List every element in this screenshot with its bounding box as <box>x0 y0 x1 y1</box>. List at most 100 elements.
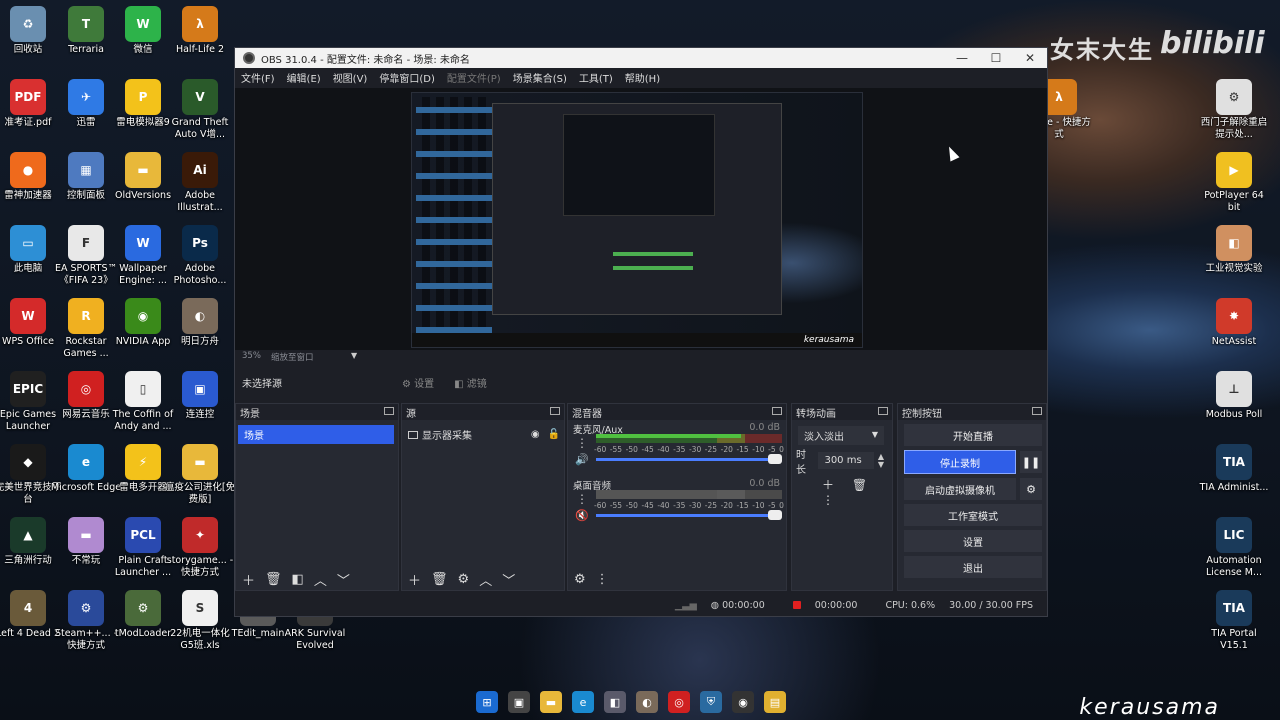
add-icon[interactable]: ＋ <box>822 478 834 492</box>
transition-select[interactable]: 淡入淡出 ▼ <box>798 426 884 445</box>
sources-dock-header: 源 <box>402 404 564 420</box>
settings-button[interactable]: 设置 <box>904 530 1042 552</box>
exit-button[interactable]: 退出 <box>904 556 1042 578</box>
undock-icon[interactable] <box>1032 407 1042 415</box>
move-down-icon[interactable]: ﹀ <box>502 570 515 589</box>
desktop-shortcut[interactable]: Ai Adobe Illustrat... <box>164 152 236 214</box>
channel-menu-icon[interactable]: ⋮ <box>576 437 588 449</box>
speaker-muted-icon[interactable]: 🔇 <box>575 509 589 522</box>
desktop-shortcut-label: TIA Administ... <box>1199 482 1269 493</box>
scale-tick-label: -60 <box>594 445 607 454</box>
desktop-shortcut[interactable]: LIC Automation License M... <box>1198 517 1270 579</box>
desktop-shortcut[interactable]: λ Half-Life 2 <box>164 6 236 56</box>
stop-recording-button[interactable]: 停止录制 <box>904 450 1016 474</box>
undock-icon[interactable] <box>878 407 888 415</box>
close-icon[interactable]: ✕ <box>1013 51 1047 65</box>
menu-icon[interactable]: ⋮ <box>822 493 834 507</box>
menu-tools[interactable]: 工具(T) <box>579 70 613 85</box>
maximize-icon[interactable]: ☐ <box>979 51 1013 65</box>
desktop-shortcut[interactable]: ◐ 明日方舟 <box>164 298 236 348</box>
undock-icon[interactable] <box>772 407 782 415</box>
notes-icon[interactable]: ▤ <box>764 691 786 713</box>
desktop-shortcut-label: NetAssist <box>1211 336 1257 347</box>
source-settings-button[interactable]: ⚙ 设置 <box>402 375 434 390</box>
file-explorer-icon[interactable]: ▬ <box>540 691 562 713</box>
desktop-shortcut[interactable]: ⚙ 西门子解除重启提示处... <box>1198 79 1270 141</box>
filter-icon[interactable]: ◧ <box>292 572 304 587</box>
volume-slider-handle[interactable] <box>768 454 782 464</box>
menu-icon[interactable]: ⋮ <box>596 572 609 587</box>
obs-titlebar[interactable]: OBS 31.0.4 - 配置文件: 未命名 - 场景: 未命名 — ☐ ✕ <box>235 48 1047 68</box>
pause-icon[interactable]: ❚❚ <box>1020 451 1042 473</box>
eye-icon[interactable]: ◉ <box>531 429 540 440</box>
channel-menu-icon[interactable]: ⋮ <box>576 493 588 505</box>
volume-slider[interactable] <box>596 458 776 461</box>
trash-icon[interactable]: 🗑 <box>265 572 282 587</box>
desktop-shortcut[interactable]: ⊥ Modbus Poll <box>1198 371 1270 421</box>
volume-slider[interactable] <box>596 514 776 517</box>
task-view-icon[interactable]: ▣ <box>508 691 530 713</box>
undock-icon[interactable] <box>550 407 560 415</box>
edge-icon[interactable]: e <box>572 691 594 713</box>
desktop-shortcut[interactable]: TIA TIA Portal V15.1 <box>1198 590 1270 652</box>
netease-music-icon[interactable]: ◎ <box>668 691 690 713</box>
menu-view[interactable]: 视图(V) <box>333 70 368 85</box>
menu-help[interactable]: 帮助(H) <box>625 70 660 85</box>
trash-icon[interactable]: 🗑 <box>431 572 448 587</box>
desktop-shortcut[interactable]: ▶ PotPlayer 64 bit <box>1198 152 1270 214</box>
desktop-shortcut[interactable]: ✦ storygame... - 快捷方式 <box>164 517 236 579</box>
gear-icon[interactable]: ⚙ <box>458 572 470 587</box>
add-icon[interactable]: ＋ <box>242 570 255 589</box>
desktop-shortcut[interactable]: ✸ NetAssist <box>1198 298 1270 348</box>
desktop-shortcut[interactable]: TIA TIA Administ... <box>1198 444 1270 494</box>
lock-icon[interactable]: 🔓 <box>548 429 560 440</box>
menu-file[interactable]: 文件(F) <box>241 70 275 85</box>
undock-icon[interactable] <box>384 407 394 415</box>
captured-meter <box>613 252 693 256</box>
source-item[interactable]: 显示器采集 ◉ 🔓 <box>408 425 560 444</box>
move-down-icon[interactable]: ﹀ <box>337 570 350 589</box>
minimize-icon[interactable]: — <box>945 51 979 65</box>
desktop-shortcut-label: PotPlayer 64 bit <box>1204 190 1264 213</box>
desktop-shortcut-label: Automation License M... <box>1205 555 1263 578</box>
volume-slider-handle[interactable] <box>768 510 782 520</box>
preview-area[interactable]: kerausama <box>235 88 1047 350</box>
desktop-shortcut[interactable]: ▣ 连连控 <box>164 371 236 421</box>
desktop-shortcut-label: 西门子解除重启提示处... <box>1200 117 1268 140</box>
arknights-icon[interactable]: ◐ <box>636 691 658 713</box>
desktop-shortcut[interactable]: Ps Adobe Photosho... <box>164 225 236 287</box>
app-icon[interactable]: ◧ <box>604 691 626 713</box>
start-virtual-camera-button[interactable]: 启动虚拟摄像机 <box>904 478 1016 500</box>
duration-input[interactable]: 300 ms <box>818 452 874 469</box>
gear-icon[interactable]: ⚙ <box>574 572 586 587</box>
l4d2-icon: 4 <box>10 590 46 626</box>
signal-icon: ▁▃▅ <box>674 599 697 611</box>
scene-item[interactable]: 场景 <box>238 425 394 444</box>
move-up-icon[interactable]: ︿ <box>314 570 327 589</box>
zoom-mode[interactable]: 缩放至窗口 <box>271 351 314 363</box>
menu-profile[interactable]: 配置文件(P) <box>447 70 501 85</box>
scale-tick-label: -20 <box>720 501 733 510</box>
record-icon <box>792 600 801 609</box>
stepper-icon[interactable]: ▲ ▼ <box>878 452 884 469</box>
menu-edit[interactable]: 编辑(E) <box>287 70 321 85</box>
source-filters-button[interactable]: ◧ 滤镜 <box>454 375 487 390</box>
security-shield-icon[interactable]: ⛨ <box>700 691 722 713</box>
desktop-shortcut[interactable]: ▬ 瘟疫公司进化[免费版] <box>164 444 236 506</box>
speaker-icon[interactable]: 🔊 <box>575 453 589 466</box>
start-windows-icon[interactable]: ⊞ <box>476 691 498 713</box>
gear-icon[interactable]: ⚙ <box>1020 478 1042 500</box>
obs-taskbar-icon[interactable]: ◉ <box>732 691 754 713</box>
menu-docks[interactable]: 停靠窗口(D) <box>379 70 435 85</box>
studio-mode-button[interactable]: 工作室模式 <box>904 504 1042 526</box>
trash-icon[interactable]: 🗑 <box>852 478 867 492</box>
fifa-icon: F <box>68 225 104 261</box>
start-streaming-button[interactable]: 开始直播 <box>904 424 1042 446</box>
zoom-dropdown-icon[interactable]: ▼ <box>351 351 357 360</box>
folder-icon: ▬ <box>68 517 104 553</box>
add-icon[interactable]: ＋ <box>408 570 421 589</box>
move-up-icon[interactable]: ︿ <box>479 570 492 589</box>
desktop-shortcut[interactable]: V Grand Theft Auto V增... <box>164 79 236 141</box>
menu-scene-collection[interactable]: 场景集合(S) <box>513 70 567 85</box>
desktop-shortcut[interactable]: ◧ 工业视觉实验 <box>1198 225 1270 275</box>
